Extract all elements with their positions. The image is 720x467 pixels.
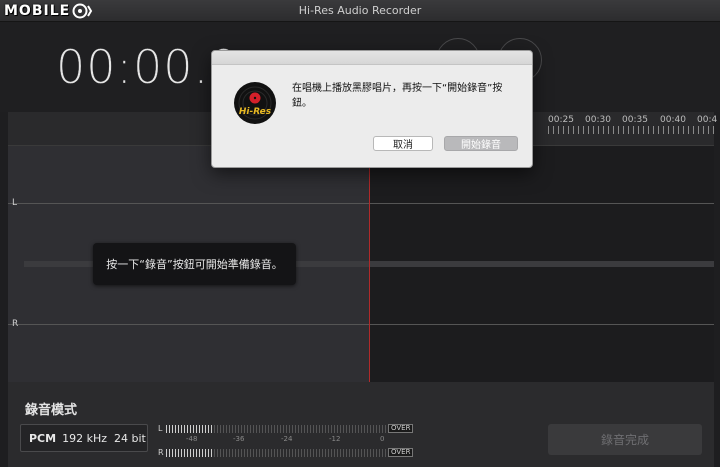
finish-recording-button[interactable]: 錄音完成 bbox=[548, 424, 702, 455]
sample-rate-label: 192 kHz bbox=[62, 431, 108, 445]
start-recording-dialog: Hi-Res 在唱機上播放黑膠唱片，再按一下“開始錄音”按鈕。 取消 開始錄音 bbox=[211, 50, 533, 168]
bottom-panel: 錄音模式 PCM 192 kHz 24 bit L OVER -48 -36 -… bbox=[8, 382, 714, 467]
left-level-meter: L OVER bbox=[158, 424, 414, 433]
right-channel-baseline bbox=[8, 324, 714, 325]
vinyl-record-icon: Hi-Res bbox=[234, 82, 276, 124]
right-over-indicator: OVER bbox=[388, 448, 414, 457]
window-title: Hi-Res Audio Recorder bbox=[298, 4, 422, 17]
right-level-meter: R OVER bbox=[158, 448, 414, 457]
title-bar: MOBILE Hi-Res Audio Recorder bbox=[0, 0, 720, 22]
left-over-indicator: OVER bbox=[388, 424, 414, 433]
meter-scale-label: 0 bbox=[380, 435, 385, 443]
dialog-title-bar bbox=[212, 51, 532, 65]
ruler-label: 00:40 bbox=[660, 115, 686, 125]
left-channel-label: L bbox=[12, 198, 18, 208]
hint-tooltip: 按一下“錄音”按鈕可開始準備錄音。 bbox=[93, 243, 296, 285]
meter-scale-label: -48 bbox=[186, 435, 198, 443]
meter-left-label: L bbox=[158, 424, 163, 433]
recording-mode-title: 錄音模式 bbox=[25, 403, 78, 418]
dialog-message: 在唱機上播放黑膠唱片，再按一下“開始錄音”按鈕。 bbox=[292, 83, 503, 109]
right-channel-label: R bbox=[12, 319, 19, 329]
recording-mode-selector[interactable]: PCM 192 kHz 24 bit bbox=[20, 424, 148, 452]
hint-tooltip-text: 按一下“錄音”按鈕可開始準備錄音。 bbox=[106, 258, 283, 271]
left-channel-baseline bbox=[8, 203, 714, 204]
ruler-label: 00:30 bbox=[585, 115, 611, 125]
hi-res-logo-text: Hi-Res bbox=[239, 107, 272, 117]
meter-scale-label: -12 bbox=[329, 435, 341, 443]
right-meter-bars bbox=[166, 448, 386, 457]
ruler-label: 00:4 bbox=[697, 115, 718, 125]
meter-scale: -48 -36 -24 -12 0 bbox=[186, 435, 386, 445]
meter-scale-label: -36 bbox=[233, 435, 245, 443]
ruler-label: 00:25 bbox=[548, 115, 574, 125]
ruler-ticks bbox=[548, 126, 714, 134]
meter-scale-label: -24 bbox=[281, 435, 293, 443]
bit-depth-label: 24 bit bbox=[114, 431, 146, 445]
playhead[interactable] bbox=[369, 146, 370, 382]
start-recording-button[interactable]: 開始錄音 bbox=[444, 136, 518, 151]
meter-right-label: R bbox=[158, 448, 164, 457]
format-label: PCM bbox=[29, 431, 57, 445]
cancel-button[interactable]: 取消 bbox=[373, 136, 433, 151]
ruler-label: 00:35 bbox=[622, 115, 648, 125]
left-meter-bars bbox=[166, 424, 386, 433]
